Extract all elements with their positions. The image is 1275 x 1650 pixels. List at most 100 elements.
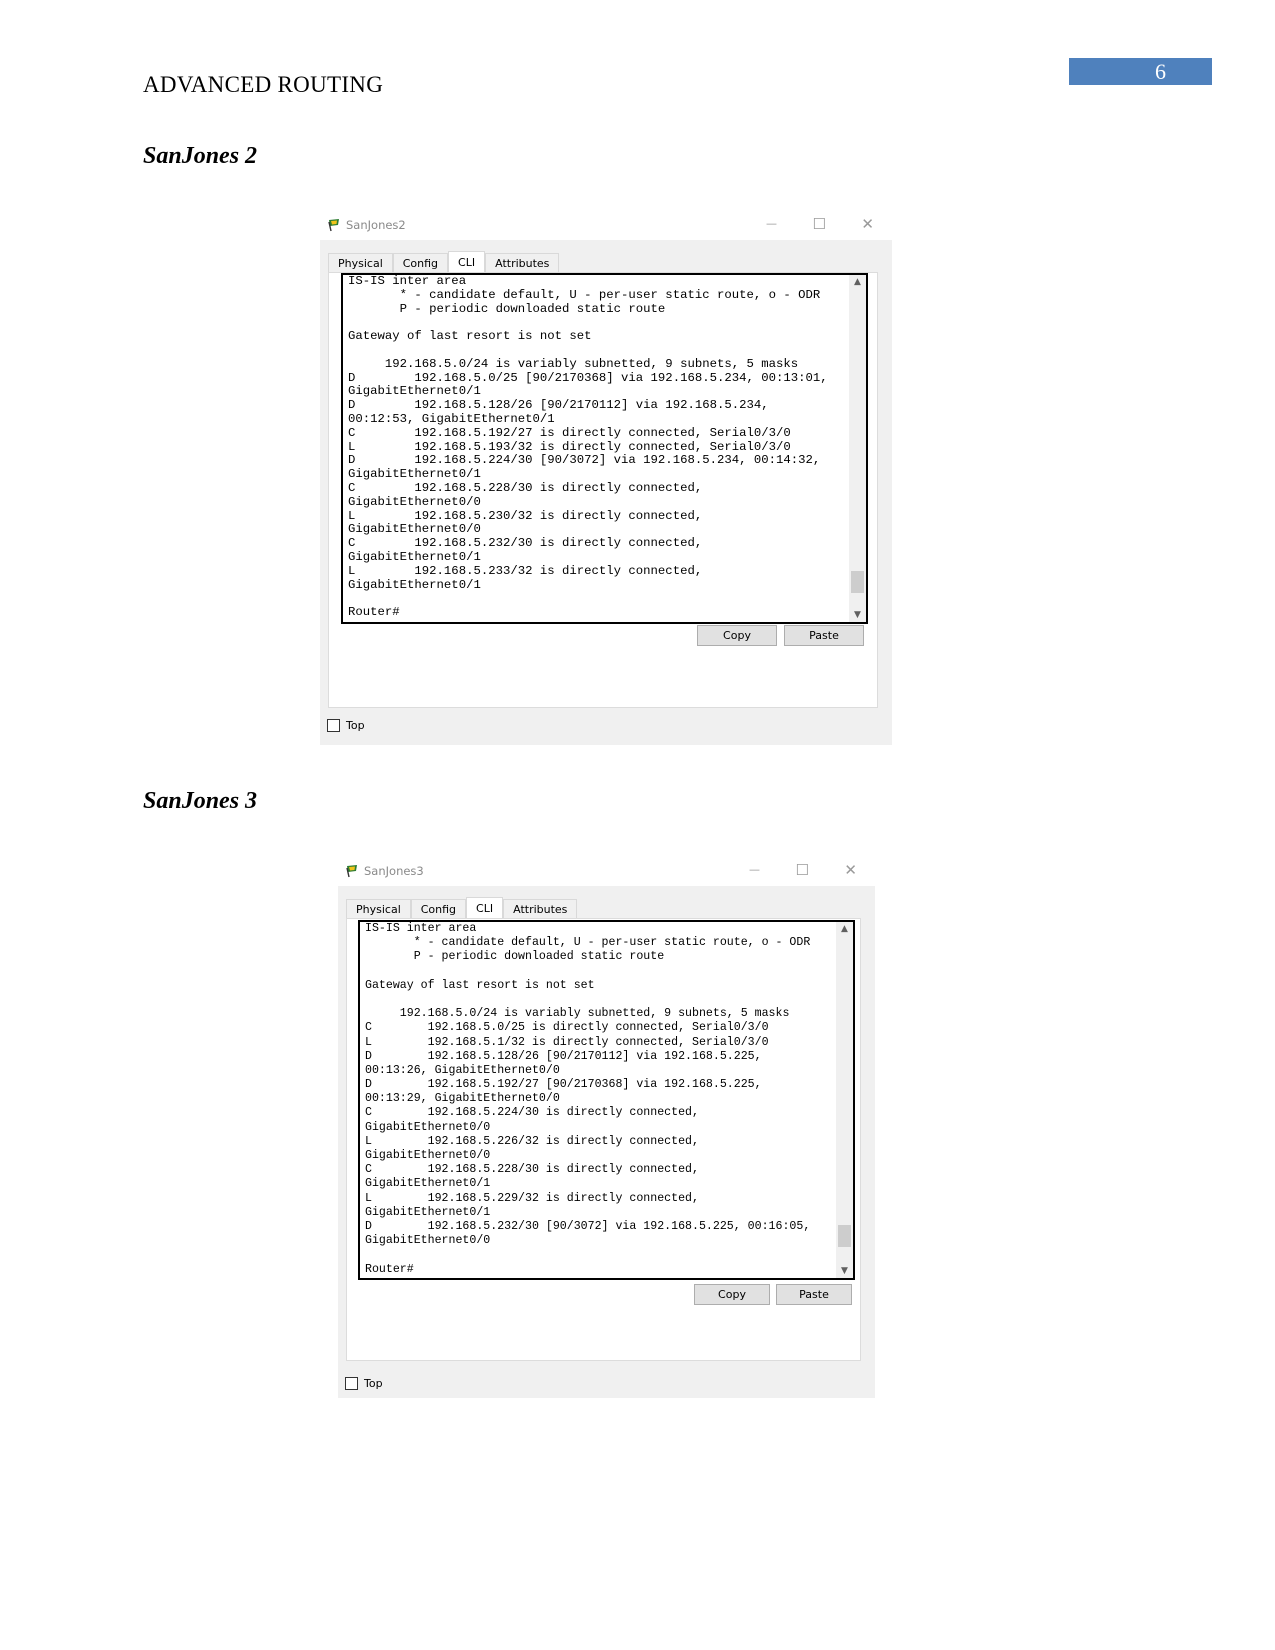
paste-button[interactable]: Paste — [784, 625, 864, 646]
cli-line: * - candidate default, U - per-user stat… — [348, 287, 821, 302]
cli-line: 00:13:29, GigabitEthernet0/0 — [365, 1092, 560, 1106]
minimize-button[interactable]: — — [766, 216, 777, 232]
scroll-down-icon[interactable]: ▼ — [836, 1266, 853, 1276]
cli-line: GigabitEthernet0/1 — [348, 577, 481, 592]
cli-line: L 192.168.5.226/32 is directly connected… — [365, 1134, 699, 1148]
window-title: SanJones2 — [346, 218, 406, 232]
cli-line: GigabitEthernet0/0 — [348, 494, 481, 509]
cli-line: L 192.168.5.233/32 is directly connected… — [348, 563, 703, 578]
tab-config[interactable]: Config — [392, 253, 449, 272]
cli-line: C 192.168.5.228/30 is directly connected… — [365, 1163, 699, 1177]
cli-line: D 192.168.5.192/27 [90/2170368] via 192.… — [365, 1078, 762, 1092]
cli-line: P - periodic downloaded static route — [365, 950, 665, 964]
cli-line: C 192.168.5.228/30 is directly connected… — [348, 480, 703, 495]
tab-physical[interactable]: Physical — [328, 253, 393, 272]
router-app-icon — [326, 217, 340, 232]
cli-line: P - periodic downloaded static route — [348, 301, 666, 316]
cli-line: D 192.168.5.128/26 [90/2170112] via 192.… — [365, 1049, 762, 1063]
cli-line: Router# — [348, 605, 400, 620]
cli-line: GigabitEthernet0/0 — [365, 1149, 491, 1162]
cli-line: C 192.168.5.224/30 is directly connected… — [365, 1106, 699, 1120]
cli-line: GigabitEthernet0/1 — [365, 1177, 491, 1191]
tab-cli[interactable]: CLI — [466, 897, 504, 918]
cli-output: IS-IS inter area * - candidate default, … — [348, 275, 828, 620]
title-bar: SanJones3 — ☐ ✕ — [338, 856, 875, 886]
top-checkbox[interactable]: Top — [327, 719, 365, 732]
scrollbar[interactable]: ▲ ▼ — [836, 922, 853, 1278]
cli-line — [365, 1248, 810, 1262]
checkbox-icon[interactable] — [345, 1377, 358, 1390]
cli-line: C 192.168.5.232/30 is directly connected… — [348, 536, 703, 551]
cli-line: 00:13:26, GigabitEthernet0/0 — [365, 1063, 560, 1077]
running-head: ADVANCED ROUTING — [143, 72, 384, 97]
tab-attributes[interactable]: Attributes — [503, 899, 578, 918]
cli-line: GigabitEthernet0/0 — [348, 522, 481, 537]
section-title: SanJones 2 — [143, 143, 258, 169]
scroll-down-icon[interactable]: ▼ — [849, 610, 866, 620]
cli-line: L 192.168.5.1/32 is directly connected, … — [365, 1035, 769, 1049]
scroll-up-icon[interactable]: ▲ — [836, 924, 853, 934]
close-button[interactable]: ✕ — [861, 216, 874, 232]
cli-line: GigabitEthernet0/1 — [365, 1205, 491, 1219]
maximize-button[interactable]: ☐ — [813, 216, 826, 232]
tab-config[interactable]: Config — [410, 899, 467, 918]
page-number: 6 — [1069, 58, 1212, 85]
minimize-button[interactable]: — — [749, 862, 760, 878]
cli-line: * - candidate default, U - per-user stat… — [365, 936, 811, 950]
close-button[interactable]: ✕ — [844, 862, 857, 878]
cli-line: 192.168.5.0/24 is variably subnetted, 9 … — [348, 356, 799, 371]
cli-line: GigabitEthernet0/1 — [348, 467, 481, 482]
paste-button[interactable]: Paste — [776, 1284, 852, 1305]
copy-button[interactable]: Copy — [697, 625, 777, 646]
cli-line: D 192.168.5.0/25 [90/2170368] via 192.16… — [348, 370, 828, 385]
device-window: SanJones3 — ☐ ✕ Physical Config CLI Attributes I… — [338, 856, 875, 1398]
tab-bar: Physical Config CLI Attributes — [328, 251, 560, 272]
cli-line: GigabitEthernet0/1 — [348, 549, 481, 564]
device-window: SanJones2 — ☐ ✕ Physical Config CLI Attributes I… — [320, 210, 892, 745]
top-label: Top — [364, 1377, 383, 1390]
cli-line: IS-IS inter area — [365, 922, 477, 935]
cli-terminal[interactable]: IS-IS inter area * - candidate default, … — [341, 273, 868, 624]
cli-line: IS-IS inter area — [348, 274, 467, 288]
scroll-thumb[interactable] — [851, 571, 864, 593]
maximize-button[interactable]: ☐ — [796, 862, 809, 878]
cli-line: C 192.168.5.192/27 is directly connected… — [348, 425, 791, 440]
cli-line: Router# — [365, 1262, 414, 1276]
cli-line: GigabitEthernet0/1 — [348, 384, 481, 399]
cli-line: D 192.168.5.232/30 [90/3072] via 192.168… — [365, 1219, 811, 1233]
top-label: Top — [346, 719, 365, 732]
cli-line: GigabitEthernet0/0 — [365, 1120, 491, 1134]
cli-line: L 192.168.5.230/32 is directly connected… — [348, 508, 703, 523]
cli-line — [365, 993, 810, 1007]
cli-line: 192.168.5.0/24 is variably subnetted, 9 … — [365, 1007, 790, 1021]
cli-line: Gateway of last resort is not set — [365, 978, 595, 992]
cli-line: GigabitEthernet0/0 — [365, 1234, 491, 1248]
scroll-up-icon[interactable]: ▲ — [849, 277, 866, 287]
tab-physical[interactable]: Physical — [346, 899, 411, 918]
cli-line: C 192.168.5.0/25 is directly connected, … — [365, 1021, 769, 1035]
cli-line: D 192.168.5.224/30 [90/3072] via 192.168… — [348, 453, 821, 468]
cli-line — [348, 316, 828, 330]
section-title: SanJones 3 — [143, 788, 258, 814]
cli-output: IS-IS inter area * - candidate default, … — [365, 922, 810, 1277]
cli-terminal[interactable]: IS-IS inter area * - candidate default, … — [358, 920, 855, 1280]
tab-bar: Physical Config CLI Attributes — [346, 897, 578, 918]
title-bar: SanJones2 — ☐ ✕ — [320, 210, 892, 240]
cli-line: L 192.168.5.193/32 is directly connected… — [348, 439, 791, 454]
top-checkbox[interactable]: Top — [345, 1377, 383, 1390]
tab-attributes[interactable]: Attributes — [485, 253, 560, 272]
cli-line — [348, 344, 828, 358]
cli-line: L 192.168.5.229/32 is directly connected… — [365, 1191, 699, 1205]
router-app-icon — [344, 863, 358, 878]
tab-cli[interactable]: CLI — [448, 251, 486, 272]
cli-line: 00:12:53, GigabitEthernet0/1 — [348, 411, 555, 426]
window-title: SanJones3 — [364, 864, 424, 878]
scroll-thumb[interactable] — [838, 1225, 851, 1247]
cli-line: D 192.168.5.128/26 [90/2170112] via 192.… — [348, 398, 769, 413]
cli-line: Gateway of last resort is not set — [348, 329, 592, 344]
copy-button[interactable]: Copy — [694, 1284, 770, 1305]
checkbox-icon[interactable] — [327, 719, 340, 732]
cli-line — [348, 592, 828, 606]
cli-line — [365, 965, 810, 979]
scrollbar[interactable]: ▲ ▼ — [849, 275, 866, 622]
